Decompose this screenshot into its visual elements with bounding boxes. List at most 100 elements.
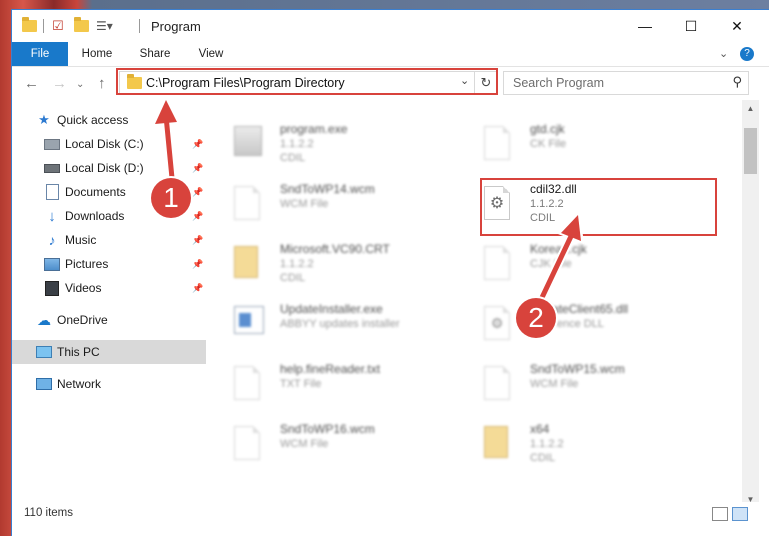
file-item[interactable]: program.exe 1.1.2.2 CDIL [210, 120, 450, 176]
file-name: SndToWP15.wcm [530, 362, 625, 376]
file-explorer-window: ☑ ☰▾ Program — ☐ ✕ File Home Share View … [12, 10, 769, 536]
download-arrow-icon: ↓ [48, 207, 56, 225]
status-bar: 110 items [12, 502, 769, 526]
navigation-pane: ★ Quick access Local Disk (C:) 📌 Local D… [12, 100, 208, 508]
large-icons-view-icon[interactable] [732, 507, 748, 521]
pin-icon[interactable]: 📌 [192, 283, 203, 294]
pin-icon[interactable]: 📌 [192, 139, 203, 150]
search-icon: ⚲ [732, 74, 742, 89]
scrollbar-thumb[interactable] [744, 128, 757, 174]
pin-icon[interactable]: 📌 [192, 211, 203, 222]
sidebar-item-local-disk-c[interactable]: Local Disk (C:) 📌 [12, 132, 206, 156]
file-name: Microsoft.VC90.CRT [280, 242, 390, 256]
divider [43, 19, 44, 33]
pin-icon[interactable]: 📌 [192, 187, 203, 198]
file-type: CJK File [530, 258, 572, 270]
sidebar-item-network[interactable]: Network [12, 372, 206, 396]
monitor-icon [36, 344, 52, 360]
sidebar-item-onedrive[interactable]: ☁ OneDrive [12, 308, 206, 332]
document-file-icon [234, 186, 262, 222]
file-type: WCM File [280, 438, 329, 450]
pin-icon[interactable]: 📌 [192, 163, 203, 174]
sidebar-item-label: Network [57, 377, 102, 391]
file-item[interactable]: SndToWP15.wcm WCM File [460, 360, 700, 416]
search-input[interactable]: Search Program ⚲ [503, 71, 749, 95]
folder-file-icon [234, 246, 262, 282]
close-button[interactable]: ✕ [714, 10, 760, 42]
sidebar-item-music[interactable]: ♪ Music 📌 [12, 228, 206, 252]
tab-share[interactable]: Share [130, 42, 180, 66]
title-bar: ☑ ☰▾ Program — ☐ ✕ [12, 10, 769, 42]
file-highlight-box [480, 178, 717, 236]
vertical-scrollbar[interactable]: ▲ ▼ [742, 100, 759, 508]
tab-home[interactable]: Home [72, 42, 122, 66]
sidebar-item-label: Music [65, 233, 97, 247]
details-view-icon[interactable] [712, 507, 728, 521]
pin-icon[interactable]: 📌 [192, 259, 203, 270]
file-item[interactable]: SndToWP14.wcm WCM File [210, 180, 450, 236]
address-row: ← → ⌄ ↑ C:\Program Files\Program Directo… [12, 67, 769, 99]
file-type: TXT File [280, 378, 322, 390]
forward-arrow-icon[interactable]: → [52, 75, 67, 92]
back-arrow-icon[interactable]: ← [24, 75, 39, 92]
sidebar-item-local-disk-d[interactable]: Local Disk (D:) 📌 [12, 156, 206, 180]
pin-icon[interactable]: 📌 [192, 235, 203, 246]
file-item[interactable]: UpdateInstaller.exe ABBYY updates instal… [210, 300, 450, 356]
film-icon [44, 280, 60, 296]
minimize-button[interactable]: — [622, 10, 668, 42]
search-placeholder: Search Program [513, 76, 605, 90]
file-name: help.fineReader.txt [280, 362, 381, 376]
file-item[interactable]: Microsoft.VC90.CRT 1.1.2.2 CDIL [210, 240, 450, 296]
scroll-up-arrow-icon[interactable]: ▲ [742, 100, 759, 117]
maximize-button[interactable]: ☐ [668, 10, 714, 42]
file-type: WCM File [530, 378, 579, 390]
file-version: 1.1.2.2 [280, 258, 314, 270]
file-name: program.exe [280, 122, 348, 136]
sidebar-item-label: Local Disk (D:) [65, 161, 144, 175]
document-file-icon [234, 366, 262, 402]
document-file-icon [484, 246, 512, 282]
sidebar-item-label: Videos [65, 281, 102, 295]
file-company: CDIL [280, 272, 306, 284]
dll-gear-file-icon: ⚙ [484, 306, 512, 342]
tab-file[interactable]: File [12, 42, 68, 66]
document-file-icon [234, 426, 262, 462]
sidebar-item-this-pc[interactable]: This PC [12, 340, 206, 364]
file-item[interactable]: help.fineReader.txt TXT File [210, 360, 450, 416]
sidebar-item-pictures[interactable]: Pictures 📌 [12, 252, 206, 276]
sidebar-item-videos[interactable]: Videos 📌 [12, 276, 206, 300]
file-version: 1.1.2.2 [530, 438, 564, 450]
drive-icon [44, 136, 60, 152]
file-item[interactable]: x64 1.1.2.2 CDIL [460, 420, 700, 476]
file-name: SndToWP14.wcm [280, 182, 375, 196]
ribbon-expand-chevron-icon[interactable]: ⌄ [719, 47, 728, 60]
file-item[interactable]: ⚙ UpdateClient65.dll Reference DLL [460, 300, 700, 356]
sidebar-item-label: Downloads [65, 209, 125, 223]
music-note-icon: ♪ [48, 232, 56, 248]
divider [139, 19, 140, 33]
installer-file-icon [234, 306, 264, 342]
properties-check-icon[interactable]: ☑ [52, 17, 64, 35]
tab-view[interactable]: View [188, 42, 234, 66]
step-1-callout: 1 [151, 178, 191, 218]
sidebar-item-label: OneDrive [57, 313, 108, 327]
network-icon [36, 376, 52, 392]
folder-file-icon [484, 426, 512, 462]
up-arrow-icon[interactable]: ↑ [98, 75, 106, 92]
new-folder-icon[interactable] [74, 17, 89, 35]
documents-icon [44, 184, 60, 200]
help-icon[interactable]: ? [740, 47, 754, 61]
folder-icon [22, 17, 37, 35]
sidebar-item-quick-access[interactable]: ★ Quick access [12, 108, 206, 132]
pictures-icon [44, 256, 60, 272]
file-type: CK File [530, 138, 567, 150]
file-type: WCM File [280, 198, 329, 210]
file-item[interactable]: gtd.cjk CK File [460, 120, 700, 176]
sidebar-item-label: Pictures [65, 257, 109, 271]
customize-toolbar-icon[interactable]: ☰▾ [96, 17, 113, 35]
file-item[interactable]: SndToWP16.wcm WCM File [210, 420, 450, 476]
file-item[interactable]: Korean.cjk CJK File [460, 240, 700, 296]
recent-locations-chevron-icon[interactable]: ⌄ [76, 79, 84, 90]
file-description: ABBYY updates installer [280, 318, 400, 330]
file-list: program.exe 1.1.2.2 CDIL SndToWP14.wcm W… [210, 100, 742, 508]
